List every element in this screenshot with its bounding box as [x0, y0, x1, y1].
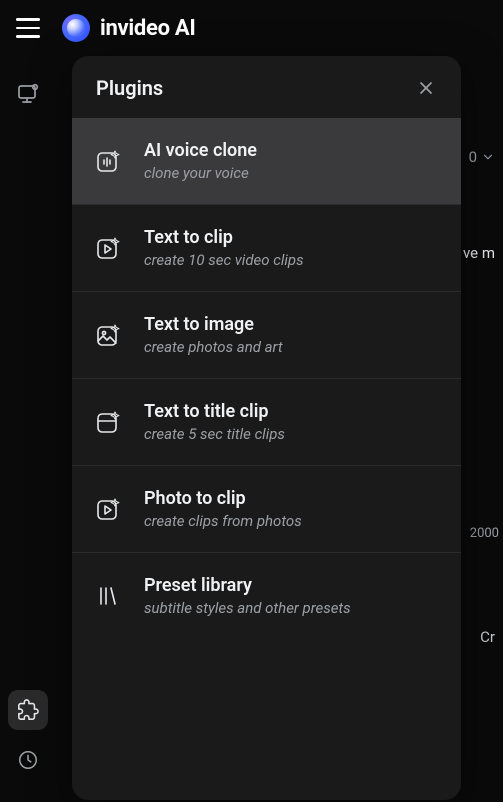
plugin-photo-to-clip[interactable]: Photo to clip create clips from photos — [72, 466, 461, 553]
plugin-text: Text to image create photos and art — [144, 314, 283, 356]
brand-title: invideo AI — [100, 16, 196, 41]
plugin-subtitle: create 10 sec video clips — [144, 251, 304, 269]
plugin-subtitle: create 5 sec title clips — [144, 425, 285, 443]
plugin-subtitle: clone your voice — [144, 164, 257, 182]
top-bar: invideo AI — [0, 0, 503, 56]
text-to-clip-icon — [94, 233, 124, 263]
bg-text-hint-1: ve m — [463, 244, 495, 262]
bg-dropdown-hint: 0 — [469, 148, 495, 166]
panel-title: Plugins — [96, 76, 163, 100]
plugin-title: Text to title clip — [144, 401, 285, 422]
close-icon[interactable] — [415, 77, 437, 99]
voice-clone-icon — [94, 146, 124, 176]
plugin-preset-library[interactable]: Preset library subtitle styles and other… — [72, 553, 461, 639]
photo-to-clip-icon — [94, 494, 124, 524]
background-area: 0 ve m 2000 Cr — [463, 56, 503, 802]
plugins-list: AI voice clone clone your voice Text to … — [72, 118, 461, 800]
preset-library-icon — [94, 581, 124, 611]
bg-text-hint-3: Cr — [480, 628, 495, 646]
monitor-icon[interactable] — [8, 74, 48, 114]
history-icon[interactable] — [8, 740, 48, 780]
plugin-title: Preset library — [144, 575, 351, 596]
plugin-title: Text to image — [144, 314, 283, 335]
plugin-subtitle: create photos and art — [144, 338, 283, 356]
bg-text-hint-2: 2000 — [470, 526, 499, 541]
plugin-title: Text to clip — [144, 227, 304, 248]
plugin-text: Text to title clip create 5 sec title cl… — [144, 401, 285, 443]
plugin-subtitle: create clips from photos — [144, 512, 302, 530]
brand[interactable]: invideo AI — [62, 14, 196, 42]
brand-logo-icon — [62, 14, 90, 42]
menu-icon[interactable] — [16, 14, 44, 42]
plugin-title: Photo to clip — [144, 488, 302, 509]
plugins-panel: Plugins AI voice clone clone y — [72, 56, 461, 800]
panel-header: Plugins — [72, 56, 461, 118]
plugin-ai-voice-clone[interactable]: AI voice clone clone your voice — [72, 118, 461, 205]
left-rail — [0, 56, 56, 802]
plugin-text-to-image[interactable]: Text to image create photos and art — [72, 292, 461, 379]
plugin-title: AI voice clone — [144, 140, 257, 161]
plugin-text-to-clip[interactable]: Text to clip create 10 sec video clips — [72, 205, 461, 292]
plugin-text: AI voice clone clone your voice — [144, 140, 257, 182]
chevron-down-icon — [481, 150, 495, 164]
plugin-subtitle: subtitle styles and other presets — [144, 599, 351, 617]
plugins-icon[interactable] — [8, 690, 48, 730]
text-to-image-icon — [94, 320, 124, 350]
plugin-text: Text to clip create 10 sec video clips — [144, 227, 304, 269]
plugin-text-to-title-clip[interactable]: Text to title clip create 5 sec title cl… — [72, 379, 461, 466]
text-to-title-icon — [94, 407, 124, 437]
plugin-text: Preset library subtitle styles and other… — [144, 575, 351, 617]
plugin-text: Photo to clip create clips from photos — [144, 488, 302, 530]
